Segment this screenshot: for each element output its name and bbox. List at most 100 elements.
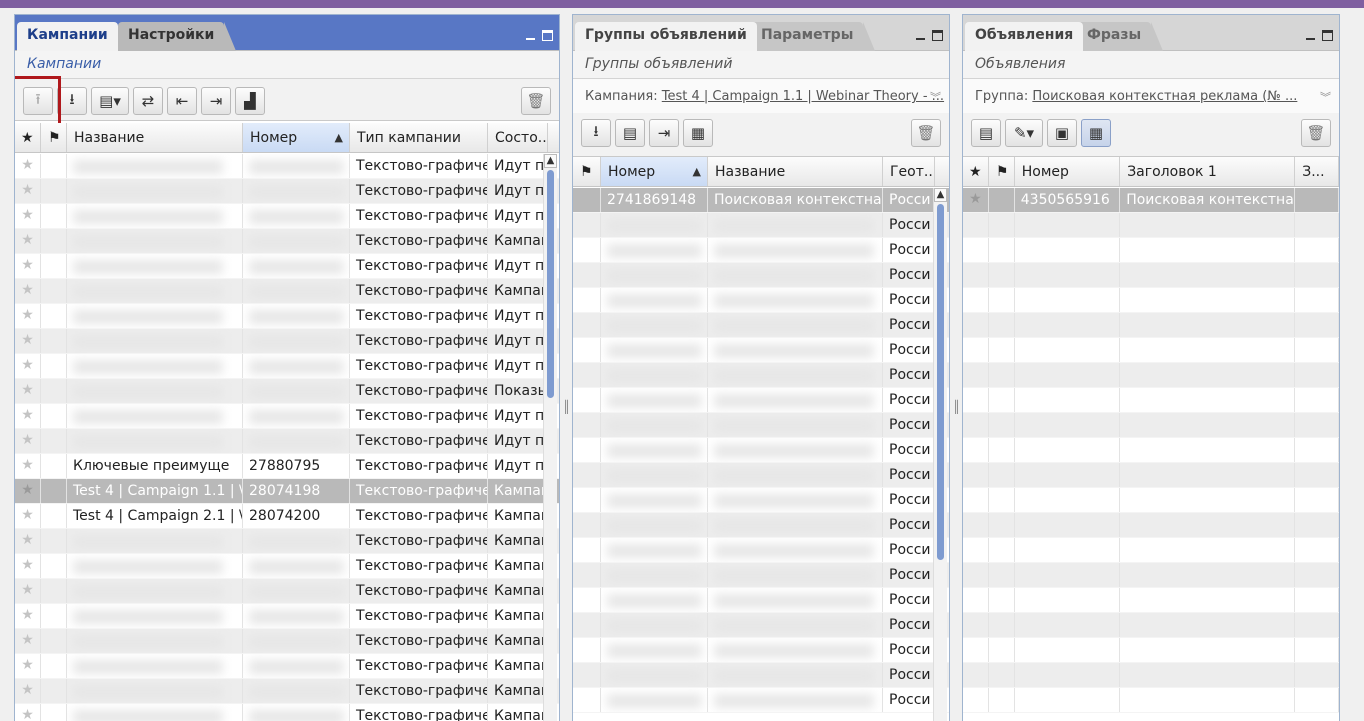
table-row[interactable]: Росси: [573, 588, 949, 613]
edit-dropdown-button[interactable]: ✎▾: [1005, 119, 1043, 147]
star-icon[interactable]: ★: [15, 179, 41, 203]
minimize-icon[interactable]: [915, 30, 926, 41]
table-row[interactable]: ★ Текстово-графиче Идут по: [15, 204, 559, 229]
table-row[interactable]: [963, 338, 1339, 363]
table-row[interactable]: ★ Текстово-графиче Кампан: [15, 554, 559, 579]
splitter-handle[interactable]: ║: [953, 400, 960, 414]
table-row[interactable]: ★ Ключевые преимуще 27880795 Текстово-графи…: [15, 454, 559, 479]
table-row[interactable]: [963, 388, 1339, 413]
table-row[interactable]: [963, 438, 1339, 463]
export-button[interactable]: ⇥: [649, 119, 679, 147]
table-row[interactable]: ★ 4350565916 Поисковая контекстна: [963, 188, 1339, 213]
table-row[interactable]: [963, 663, 1339, 688]
table-row[interactable]: Росси: [573, 413, 949, 438]
minimize-icon[interactable]: [525, 30, 536, 41]
table-row[interactable]: [963, 513, 1339, 538]
maximize-icon[interactable]: [932, 30, 943, 41]
table-row[interactable]: ★ Текстово-графиче Идут по: [15, 429, 559, 454]
table-row[interactable]: Росси: [573, 663, 949, 688]
star-icon[interactable]: ★: [15, 304, 41, 328]
star-icon[interactable]: [963, 588, 989, 612]
table-row[interactable]: [963, 463, 1339, 488]
flag-column-header[interactable]: ⚑: [989, 157, 1015, 186]
download-button[interactable]: ⭳: [57, 87, 87, 115]
column-status[interactable]: Состо...: [488, 123, 548, 152]
column-title-1[interactable]: Заголовок 1: [1120, 157, 1296, 186]
tab-ad-groups[interactable]: Группы объявлений: [575, 22, 757, 51]
table-row[interactable]: [963, 238, 1339, 263]
tab-settings[interactable]: Настройки: [118, 22, 237, 51]
export-button[interactable]: ⇥: [201, 87, 231, 115]
expand-icon[interactable]: ︾: [930, 89, 941, 105]
star-icon[interactable]: [963, 413, 989, 437]
scrollbar-thumb[interactable]: [547, 170, 554, 398]
table-row[interactable]: [963, 288, 1339, 313]
table-row[interactable]: Росси: [573, 688, 949, 713]
tab-campaigns[interactable]: Кампании: [17, 22, 118, 51]
table-row[interactable]: Росси: [573, 463, 949, 488]
table-row[interactable]: ★ Текстово-графиче Идут по: [15, 254, 559, 279]
star-icon[interactable]: ★: [15, 279, 41, 303]
star-icon[interactable]: [963, 213, 989, 237]
table-row[interactable]: ★ Текстово-графиче Идут по: [15, 329, 559, 354]
star-icon[interactable]: ★: [15, 629, 41, 653]
maximize-icon[interactable]: [1322, 30, 1333, 41]
column-number[interactable]: Номер: [1015, 157, 1121, 186]
statistics-button[interactable]: ▟: [235, 87, 265, 115]
table-row[interactable]: 2741869148 Поисковая контекстная Росси: [573, 188, 949, 213]
star-icon[interactable]: ★: [15, 704, 41, 721]
table-row[interactable]: ★ Текстово-графиче Кампан: [15, 629, 559, 654]
table-row[interactable]: Росси: [573, 638, 949, 663]
table-row[interactable]: Росси: [573, 338, 949, 363]
star-icon[interactable]: [963, 438, 989, 462]
table-row[interactable]: Росси: [573, 488, 949, 513]
table-row[interactable]: [963, 538, 1339, 563]
table-row[interactable]: Росси: [573, 563, 949, 588]
star-icon[interactable]: ★: [15, 154, 41, 178]
star-icon[interactable]: ★: [15, 429, 41, 453]
new-ad-button[interactable]: ▤: [971, 119, 1001, 147]
table-row[interactable]: ★ Текстово-графиче Идут по: [15, 154, 559, 179]
star-icon[interactable]: [963, 663, 989, 687]
star-icon[interactable]: ★: [15, 254, 41, 278]
table-view-button[interactable]: ▦: [1081, 119, 1111, 147]
star-icon[interactable]: ★: [15, 554, 41, 578]
star-icon[interactable]: [963, 388, 989, 412]
star-icon[interactable]: [963, 538, 989, 562]
star-column-header[interactable]: ★: [15, 123, 41, 152]
table-row[interactable]: [963, 413, 1339, 438]
expand-icon[interactable]: ︾: [1320, 89, 1331, 105]
star-icon[interactable]: ★: [15, 654, 41, 678]
table-row[interactable]: Росси: [573, 288, 949, 313]
table-row[interactable]: [963, 263, 1339, 288]
column-geo[interactable]: Геот...: [883, 157, 935, 186]
table-row[interactable]: Росси: [573, 213, 949, 238]
copy-button[interactable]: ⇄: [133, 87, 163, 115]
scrollbar-thumb[interactable]: [937, 204, 944, 560]
star-icon[interactable]: ★: [15, 354, 41, 378]
star-icon[interactable]: [963, 688, 989, 712]
image-button[interactable]: ▣: [1047, 119, 1077, 147]
star-icon[interactable]: [963, 263, 989, 287]
campaigns-scrollbar[interactable]: ▲: [543, 154, 557, 721]
table-row[interactable]: Росси: [573, 363, 949, 388]
table-row[interactable]: ★ Текстово-графиче Идут по: [15, 179, 559, 204]
star-icon[interactable]: ★: [15, 379, 41, 403]
star-icon[interactable]: [963, 488, 989, 512]
table-row[interactable]: [963, 213, 1339, 238]
new-campaign-dropdown-button[interactable]: ▤▾: [91, 87, 129, 115]
table-row[interactable]: ★ Текстово-графиче Идут по: [15, 354, 559, 379]
table-row[interactable]: [963, 488, 1339, 513]
star-icon[interactable]: [963, 238, 989, 262]
import-button[interactable]: ⇤: [167, 87, 197, 115]
table-row[interactable]: ★ Текстово-графиче Идут по: [15, 304, 559, 329]
star-icon[interactable]: ★: [15, 454, 41, 478]
table-row[interactable]: Росси: [573, 388, 949, 413]
table-row[interactable]: ★ Test 4 | Campaign 1.1 | \ 28074198 Тексто…: [15, 479, 559, 504]
star-icon[interactable]: [963, 638, 989, 662]
group-filter-link[interactable]: Поисковая контекстная реклама (№ ...: [1032, 89, 1297, 104]
flag-column-header[interactable]: ⚑: [573, 157, 601, 186]
delete-button[interactable]: 🗑: [911, 119, 941, 147]
star-icon[interactable]: ★: [15, 479, 41, 503]
tab-parameters[interactable]: Параметры: [751, 22, 876, 51]
